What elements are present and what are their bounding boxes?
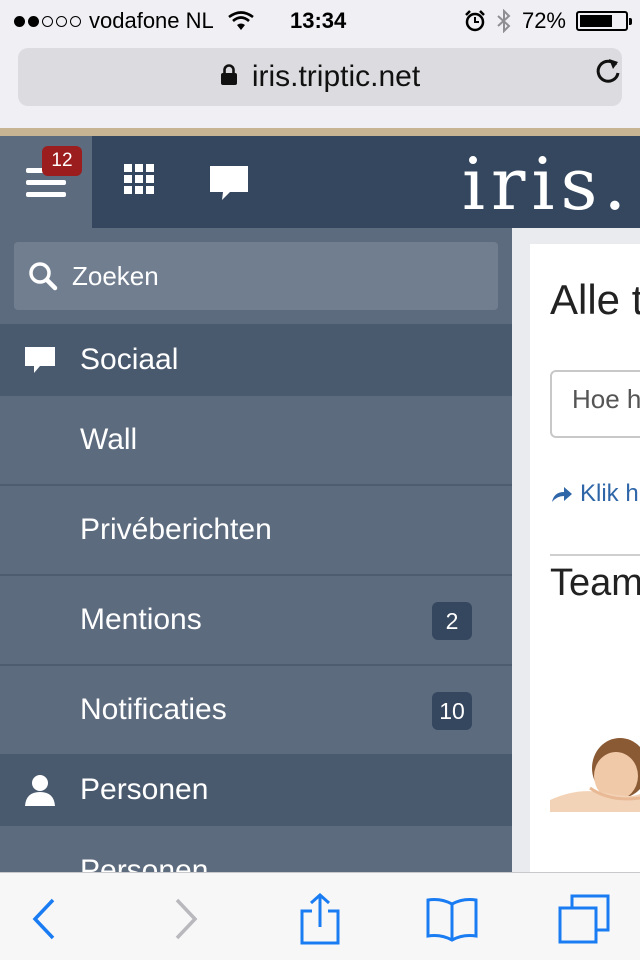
tabs-icon xyxy=(558,894,610,944)
reload-icon[interactable] xyxy=(594,56,622,91)
app-header: 12 iris. xyxy=(0,136,640,228)
sidebar-item-label: Personen xyxy=(80,854,209,872)
url-text: iris.triptic.net xyxy=(251,60,421,93)
clock-time: 13:34 xyxy=(290,8,347,33)
search-icon xyxy=(28,261,58,291)
section-personen[interactable]: Personen xyxy=(0,754,512,826)
signal-strength-icon xyxy=(14,15,81,27)
lock-icon xyxy=(220,60,238,94)
search-input[interactable]: Zoeken xyxy=(14,242,498,310)
person-icon xyxy=(0,774,80,806)
section-label: Sociaal xyxy=(80,343,179,376)
count-badge: 2 xyxy=(432,602,472,640)
team-photo xyxy=(550,728,640,818)
post-input-placeholder: Hoe h xyxy=(572,384,640,414)
sidebar-item-label: Privéberichten xyxy=(80,513,272,546)
page-title: Alle t xyxy=(550,276,640,323)
address-bar[interactable]: iris.triptic.net xyxy=(18,48,622,106)
share-icon xyxy=(300,893,340,945)
apps-grid-icon[interactable] xyxy=(124,164,154,199)
back-button[interactable] xyxy=(14,891,74,947)
bookmarks-button[interactable] xyxy=(422,891,482,947)
sidebar-item-wall[interactable]: Wall xyxy=(0,396,512,486)
sidebar: Zoeken Sociaal Wall Privéberichten Menti… xyxy=(0,228,512,872)
iris-logo: iris. xyxy=(462,142,633,226)
sidebar-item-priveberichten[interactable]: Privéberichten xyxy=(0,486,512,576)
search-placeholder: Zoeken xyxy=(72,260,159,291)
share-button[interactable] xyxy=(290,891,350,947)
sidebar-item-mentions[interactable]: Mentions 2 xyxy=(0,576,512,666)
post-input[interactable]: Hoe h xyxy=(550,370,640,438)
browser-chrome: iris.triptic.net xyxy=(0,40,640,128)
divider xyxy=(550,554,640,556)
battery-percentage: 72% xyxy=(521,8,566,33)
wifi-icon xyxy=(227,11,254,31)
sidebar-item-label: Notificaties xyxy=(80,693,227,726)
chevron-left-icon xyxy=(31,898,57,940)
sidebar-item-notificaties[interactable]: Notificaties 10 xyxy=(0,666,512,756)
battery-icon xyxy=(576,11,632,31)
book-icon xyxy=(425,896,479,942)
forward-button[interactable] xyxy=(156,891,216,947)
section-label: Personen xyxy=(80,773,209,806)
click-here-link[interactable]: Klik h xyxy=(550,480,639,508)
browser-toolbar xyxy=(0,872,640,960)
chevron-right-icon xyxy=(173,898,199,940)
sidebar-item-label: Mentions xyxy=(80,603,202,636)
sidebar-item-personen[interactable]: Personen xyxy=(0,826,512,872)
menu-button[interactable]: 12 xyxy=(0,136,92,228)
chat-icon xyxy=(0,346,80,374)
section-title: Team xyxy=(550,562,640,604)
link-text: Klik h xyxy=(580,480,639,507)
sidebar-item-label: Wall xyxy=(80,423,138,456)
carrier-name: vodafone NL xyxy=(89,8,214,33)
count-badge: 10 xyxy=(432,692,472,730)
chat-icon[interactable] xyxy=(208,164,250,207)
tabs-button[interactable] xyxy=(554,891,614,947)
bluetooth-icon xyxy=(496,9,512,33)
section-sociaal[interactable]: Sociaal xyxy=(0,324,512,396)
main-content: Alle t Hoe h Klik h Team xyxy=(512,228,640,872)
header-accent-line xyxy=(0,128,640,136)
menu-notification-badge: 12 xyxy=(42,146,82,176)
status-bar: vodafone NL 13:34 72% xyxy=(0,0,640,40)
alarm-icon xyxy=(464,10,486,32)
share-arrow-icon xyxy=(550,484,574,504)
